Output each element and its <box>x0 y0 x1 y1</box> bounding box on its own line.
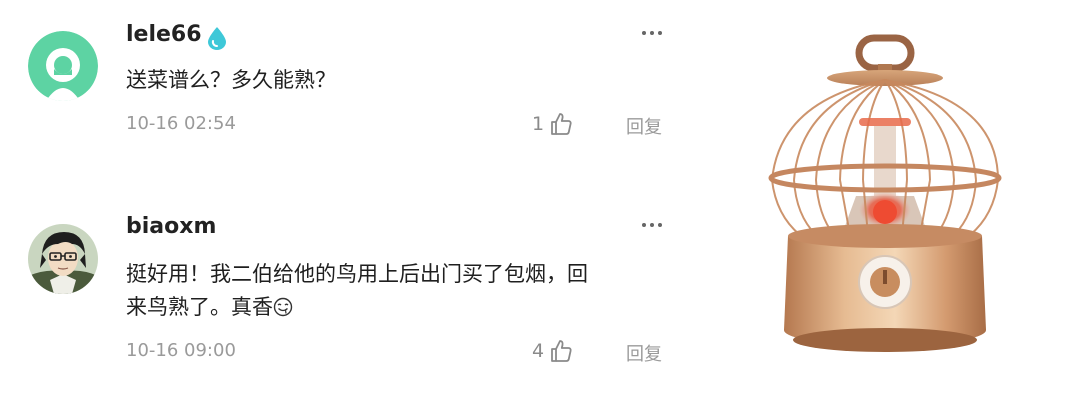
like-count: 1 <box>532 113 545 135</box>
drooling-emoji-icon <box>273 297 293 317</box>
water-drop-icon <box>208 27 226 50</box>
reply-button[interactable]: 回复 <box>626 340 662 366</box>
comment-meta: 10-16 09:00 4 回复 <box>126 340 671 366</box>
comment-meta: 10-16 02:54 1 回复 <box>126 113 671 139</box>
avatar[interactable] <box>28 224 98 294</box>
username[interactable]: biaoxm <box>126 214 216 239</box>
default-avatar-icon <box>28 31 98 101</box>
comment-content: 送菜谱么？多久能熟？ <box>126 68 336 92</box>
more-options-icon[interactable] <box>642 31 672 41</box>
comment-content-line: 挺好用！我二伯给他的鸟用上后出门买了包烟，回 <box>126 262 588 286</box>
comment-item: biaoxm 挺好用！我二伯给他的鸟用上后出门买了包烟，回 来鸟熟了。真香 10… <box>0 200 700 400</box>
comment-content: 挺好用！我二伯给他的鸟用上后出门买了包烟，回 来鸟熟了。真香 <box>126 258 686 324</box>
comment-content-line-2: 来鸟熟了。真香 <box>126 291 686 324</box>
more-options-icon[interactable] <box>642 223 672 233</box>
timestamp: 10-16 09:00 <box>126 340 236 361</box>
comment-content-line-text: 来鸟熟了。真香 <box>126 295 273 319</box>
timestamp: 10-16 02:54 <box>126 113 236 134</box>
like-count: 4 <box>532 340 545 362</box>
thumbs-up-icon <box>551 340 572 362</box>
avatar[interactable] <box>28 31 98 101</box>
anime-glasses-avatar-icon <box>28 224 98 294</box>
thumbs-up-icon <box>551 113 572 135</box>
reply-button[interactable]: 回复 <box>626 113 662 139</box>
comment-item: lele66 送菜谱么？多久能熟？ 10-16 02:54 1 回复 <box>0 0 700 160</box>
birdcage-heater-image <box>768 34 1002 352</box>
username[interactable]: lele66 <box>126 22 202 47</box>
